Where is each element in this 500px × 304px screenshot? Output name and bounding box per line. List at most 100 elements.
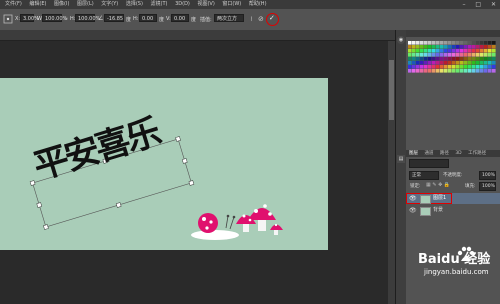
swatch-cell[interactable] — [444, 53, 448, 57]
menu-help[interactable]: 帮助(H) — [249, 1, 267, 7]
swatch-cell[interactable] — [460, 45, 464, 49]
swatch-cell[interactable] — [412, 65, 416, 69]
swatch-cell[interactable] — [408, 65, 412, 69]
swatch-cell[interactable] — [476, 61, 480, 65]
lock-icons[interactable]: ▦ ✎ ✥ 🔒 — [426, 182, 450, 188]
swatch-cell[interactable] — [424, 61, 428, 65]
swatch-cell[interactable] — [416, 53, 420, 57]
properties-icon[interactable]: ▤ — [397, 155, 405, 163]
swatch-cell[interactable] — [492, 53, 496, 57]
swatch-cell[interactable] — [488, 65, 492, 69]
swatch-cell[interactable] — [464, 61, 468, 65]
swatch-cell[interactable] — [420, 65, 424, 69]
swatch-cell[interactable] — [424, 57, 428, 61]
minimize-icon[interactable]: – — [462, 1, 465, 8]
swatch-cell[interactable] — [484, 65, 488, 69]
swatch-cell[interactable] — [492, 65, 496, 69]
swatch-cell[interactable] — [492, 45, 496, 49]
swatch-cell[interactable] — [468, 49, 472, 53]
swatch-cell[interactable] — [488, 61, 492, 65]
swatch-cell[interactable] — [412, 45, 416, 49]
swatch-cell[interactable] — [476, 69, 480, 73]
swatch-cell[interactable] — [480, 53, 484, 57]
swatch-cell[interactable] — [432, 65, 436, 69]
swatch-cell[interactable] — [468, 41, 472, 45]
swatch-cell[interactable] — [412, 53, 416, 57]
swatch-cell[interactable] — [468, 57, 472, 61]
swatch-cell[interactable] — [484, 41, 488, 45]
swatch-cell[interactable] — [440, 57, 444, 61]
swatch-cell[interactable] — [440, 61, 444, 65]
swatch-cell[interactable] — [452, 45, 456, 49]
swatch-cell[interactable] — [476, 45, 480, 49]
swatch-cell[interactable] — [464, 65, 468, 69]
eye-icon[interactable]: 👁 — [409, 205, 417, 216]
cancel-transform-icon[interactable]: ⊘ — [258, 15, 264, 23]
swatch-cell[interactable] — [436, 57, 440, 61]
swatch-cell[interactable] — [412, 41, 416, 45]
swatch-cell[interactable] — [444, 69, 448, 73]
swatch-cell[interactable] — [484, 49, 488, 53]
swatch-cell[interactable] — [464, 41, 468, 45]
height-field[interactable]: 100.00% — [75, 14, 100, 22]
x-field[interactable]: 3.00% — [20, 14, 39, 22]
swatch-cell[interactable] — [424, 45, 428, 49]
swatch-cell[interactable] — [480, 41, 484, 45]
swatch-cell[interactable] — [408, 41, 412, 45]
swatch-cell[interactable] — [420, 57, 424, 61]
swatches-grid[interactable] — [408, 39, 498, 75]
swatch-cell[interactable] — [452, 53, 456, 57]
swatch-cell[interactable] — [440, 45, 444, 49]
menu-filter[interactable]: 滤镜(T) — [151, 1, 168, 7]
menu-3d[interactable]: 3D(D) — [175, 1, 190, 7]
swatch-cell[interactable] — [492, 41, 496, 45]
tab-paths[interactable]: 路径 — [440, 151, 449, 156]
swatch-cell[interactable] — [460, 61, 464, 65]
swatch-cell[interactable] — [432, 69, 436, 73]
v-skew-field[interactable]: 0.00 — [171, 14, 189, 22]
swatch-cell[interactable] — [488, 41, 492, 45]
layer-name[interactable]: 图层1 — [433, 193, 446, 204]
swatch-cell[interactable] — [456, 69, 460, 73]
swatch-cell[interactable] — [428, 41, 432, 45]
swatch-cell[interactable] — [448, 61, 452, 65]
swatch-cell[interactable] — [432, 45, 436, 49]
swatch-cell[interactable] — [444, 41, 448, 45]
swatch-cell[interactable] — [452, 41, 456, 45]
swatch-cell[interactable] — [488, 49, 492, 53]
swatch-cell[interactable] — [440, 65, 444, 69]
history-icon[interactable]: ◉ — [397, 36, 405, 44]
swatch-cell[interactable] — [428, 49, 432, 53]
layer-row-background[interactable]: 👁 背景 — [406, 205, 500, 216]
swatch-cell[interactable] — [448, 49, 452, 53]
swatch-cell[interactable] — [408, 45, 412, 49]
swatch-cell[interactable] — [476, 53, 480, 57]
tab-layers[interactable]: 图层 — [409, 151, 418, 156]
swatch-cell[interactable] — [420, 69, 424, 73]
swatch-cell[interactable] — [484, 69, 488, 73]
swatch-cell[interactable] — [416, 49, 420, 53]
swatch-cell[interactable] — [416, 41, 420, 45]
swatch-cell[interactable] — [480, 69, 484, 73]
swatch-cell[interactable] — [460, 69, 464, 73]
swatch-cell[interactable] — [424, 49, 428, 53]
swatch-cell[interactable] — [480, 61, 484, 65]
swatch-cell[interactable] — [416, 45, 420, 49]
layer-name[interactable]: 背景 — [433, 205, 443, 216]
swatch-cell[interactable] — [420, 61, 424, 65]
swatch-cell[interactable] — [484, 45, 488, 49]
swatch-cell[interactable] — [476, 49, 480, 53]
tab-3d[interactable]: 3D — [455, 151, 461, 156]
swatch-cell[interactable] — [408, 49, 412, 53]
swatch-cell[interactable] — [476, 65, 480, 69]
swatch-cell[interactable] — [464, 57, 468, 61]
blend-mode-select[interactable]: 正常 — [409, 171, 439, 180]
swatch-cell[interactable] — [472, 45, 476, 49]
swatch-cell[interactable] — [460, 41, 464, 45]
close-icon[interactable]: ✕ — [491, 1, 496, 8]
swatch-cell[interactable] — [448, 69, 452, 73]
swatch-cell[interactable] — [456, 53, 460, 57]
swatch-cell[interactable] — [464, 45, 468, 49]
swatch-cell[interactable] — [456, 45, 460, 49]
swatch-cell[interactable] — [472, 65, 476, 69]
